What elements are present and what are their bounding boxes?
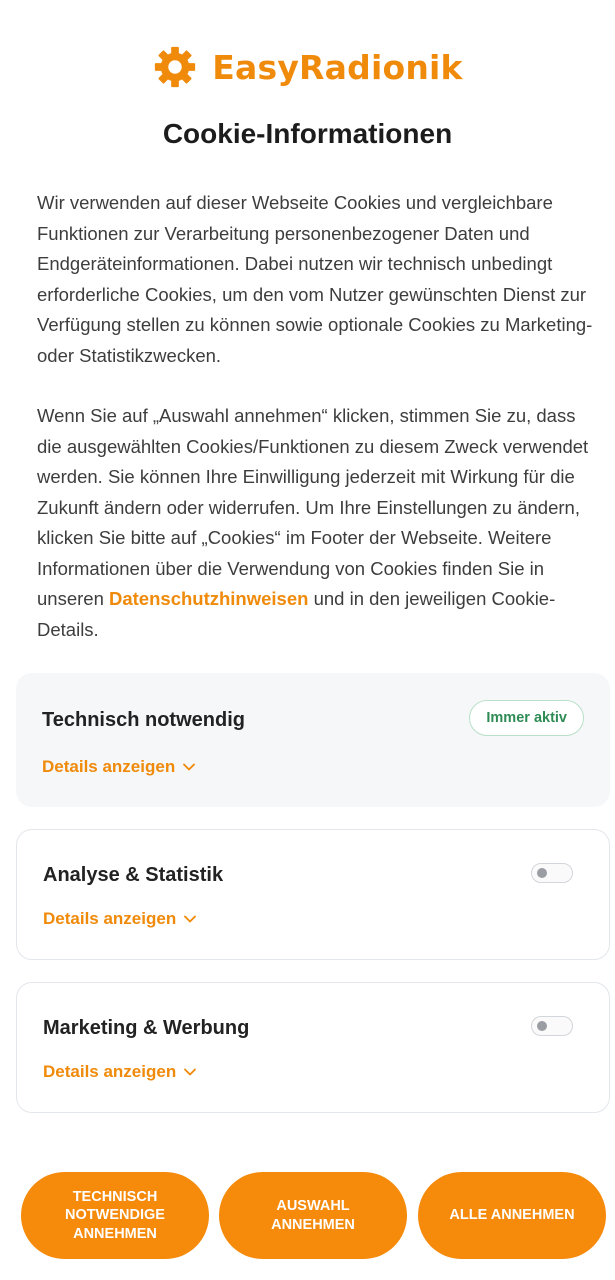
always-active-badge: Immer aktiv — [469, 700, 584, 736]
category-title: Analyse & Statistik — [43, 864, 224, 886]
accept-all-button[interactable]: ALLE ANNEHMEN — [418, 1172, 606, 1259]
category-title: Technisch notwendig — [42, 709, 245, 731]
brand-name: EasyRadionik — [212, 47, 463, 87]
toggle-knob — [537, 1021, 547, 1031]
category-card-analytics: Analyse & Statistik Details anzeigen — [16, 829, 610, 960]
details-toggle[interactable]: Details anzeigen — [42, 757, 196, 777]
intro-paragraph-2: Wenn Sie auf „Auswahl annehmen“ klicken,… — [37, 401, 597, 645]
analytics-toggle[interactable] — [531, 863, 573, 883]
details-label: Details anzeigen — [43, 909, 177, 928]
details-label: Details anzeigen — [42, 757, 176, 776]
privacy-link[interactable]: Datenschutzhinweisen — [109, 588, 308, 609]
category-title: Marketing & Werbung — [43, 1017, 250, 1039]
category-card-necessary: Technisch notwendig Immer aktiv Details … — [16, 673, 610, 807]
details-toggle[interactable]: Details anzeigen — [43, 1062, 197, 1082]
accept-necessary-button[interactable]: TECHNISCH NOTWENDIGE ANNEHMEN — [21, 1172, 209, 1259]
intro-text: Wir verwenden auf dieser Webseite Cookie… — [37, 188, 597, 675]
gear-icon — [155, 46, 196, 88]
chevron-down-icon — [184, 915, 197, 923]
intro-paragraph-1: Wir verwenden auf dieser Webseite Cookie… — [37, 192, 593, 366]
chevron-down-icon — [183, 763, 196, 771]
accept-selection-button[interactable]: AUSWAHL ANNEHMEN — [219, 1172, 407, 1259]
category-card-marketing: Marketing & Werbung Details anzeigen — [16, 982, 610, 1113]
chevron-down-icon — [184, 1068, 197, 1076]
details-toggle[interactable]: Details anzeigen — [43, 909, 197, 929]
page-title: Cookie-Informationen — [162, 118, 453, 149]
marketing-toggle[interactable] — [531, 1016, 573, 1036]
details-label: Details anzeigen — [43, 1062, 177, 1081]
toggle-knob — [537, 868, 547, 878]
intro-paragraph-2-text: Wenn Sie auf „Auswahl annehmen“ klicken,… — [37, 405, 589, 609]
brand-logo: EasyRadionik — [0, 44, 615, 90]
